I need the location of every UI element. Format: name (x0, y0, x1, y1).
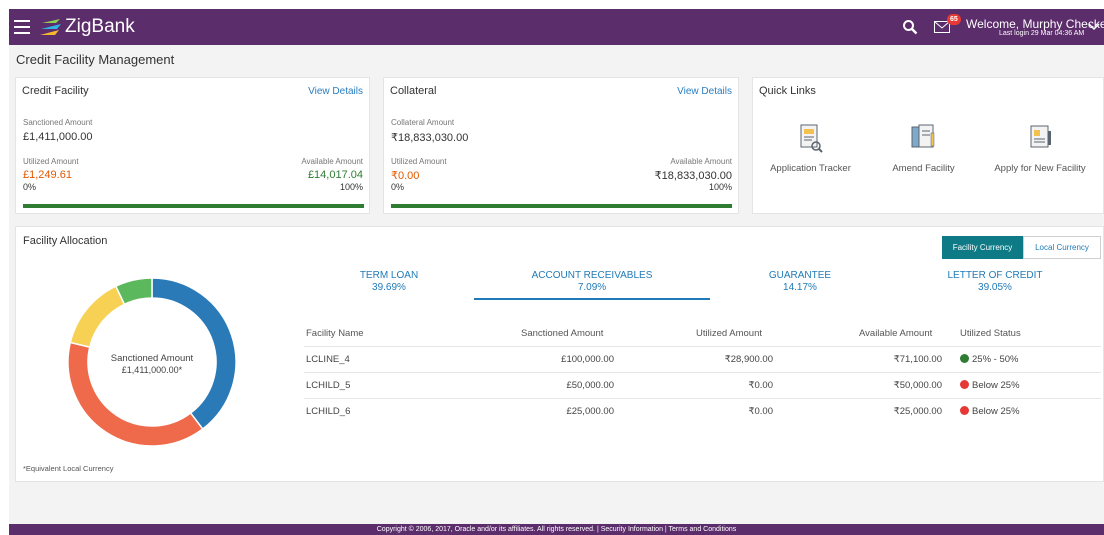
hamburger-menu-icon[interactable] (14, 20, 30, 34)
facility-name-link[interactable]: LCLINE_4 (306, 354, 350, 365)
tab-letter-of-credit-pct: 39.05% (978, 282, 1012, 293)
facility-name-link[interactable]: LCHILD_6 (306, 406, 350, 417)
sanctioned-amount-cell: £25,000.00 (566, 406, 614, 417)
document-search-icon (800, 124, 823, 153)
tab-guarantee-name: GUARANTEE (768, 270, 832, 281)
tab-term-loan-pct: 39.69% (372, 282, 406, 293)
status-dot-green-icon (960, 354, 969, 363)
top-bar: ZigBank 65 Welcome, Murphy Checker Last … (9, 9, 1104, 45)
brand-name: ZigBank (65, 16, 135, 37)
document-apply-icon (1030, 125, 1051, 148)
quick-links-title: Quick Links (759, 85, 816, 97)
available-amount-cell: ₹71,100.00 (893, 354, 942, 365)
utilization-progress-bar (23, 204, 364, 208)
tab-guarantee[interactable]: GUARANTEE 14.17% (710, 270, 890, 294)
donut-center-value: £1,411,000.00* (121, 365, 183, 375)
utilized-amount-cell: ₹0.00 (748, 406, 773, 417)
donut-center-label: Sanctioned Amount (110, 353, 194, 364)
facility-name-link[interactable]: LCHILD_5 (306, 380, 350, 391)
utilized-amount-cell: ₹28,900.00 (724, 354, 773, 365)
collateral-progress-bar (391, 204, 732, 208)
collateral-available-value: ₹18,833,030.00 (654, 170, 732, 182)
utilized-status-cell: 25% - 50% (960, 354, 1018, 365)
facility-allocation-title: Facility Allocation (23, 235, 108, 247)
tab-letter-of-credit-name: LETTER OF CREDIT (947, 270, 1043, 281)
status-text: Below 25% (972, 380, 1020, 391)
quick-link-label: Application Tracker (770, 163, 851, 174)
available-amount-cell: ₹50,000.00 (893, 380, 942, 391)
collateral-utilized-value: ₹0.00 (391, 170, 420, 182)
collateral-view-details-link[interactable]: View Details (677, 86, 732, 97)
quick-link-amend-facility[interactable]: Amend Facility (881, 123, 966, 174)
header-divider (304, 346, 1101, 347)
donut-slice-guarantee[interactable] (69, 285, 126, 349)
document-edit-icon (911, 124, 934, 148)
min-percent: 0% (23, 182, 37, 192)
status-text: Below 25% (972, 406, 1020, 417)
app-frame: ZigBank 65 Welcome, Murphy Checker Last … (9, 9, 1104, 535)
quick-links-card: Quick Links Application Tracker Amend Fa… (752, 77, 1104, 214)
available-amount-label: Available Amount (301, 157, 363, 166)
tab-term-loan-name: TERM LOAN (359, 270, 419, 281)
row-divider (304, 372, 1101, 373)
collateral-card: Collateral View Details Collateral Amoun… (383, 77, 739, 214)
facility-currency-toggle[interactable]: Facility Currency (942, 236, 1023, 259)
available-amount-value: £14,017.04 (307, 169, 363, 181)
col-facility-name: Facility Name (306, 328, 364, 339)
collateral-max-percent: 100% (708, 182, 732, 192)
tab-account-receivables-name: ACCOUNT RECEIVABLES (531, 270, 653, 281)
utilized-status-cell: Below 25% (960, 380, 1020, 391)
credit-facility-card: Credit Facility View Details Sanctioned … (15, 77, 370, 214)
row-divider (304, 398, 1101, 399)
collateral-title: Collateral (390, 85, 437, 97)
quick-link-label: Apply for New Facility (994, 163, 1086, 174)
tab-term-loan[interactable]: TERM LOAN 39.69% (304, 270, 474, 294)
utilized-amount-label: Utilized Amount (23, 157, 79, 166)
status-dot-red-icon (960, 406, 969, 415)
quick-link-label: Amend Facility (892, 163, 955, 174)
utilized-amount-value: £1,249.61 (23, 169, 72, 181)
col-utilized-status: Utilized Status (960, 328, 1021, 339)
sanctioned-amount-label: Sanctioned Amount (23, 118, 93, 127)
quick-link-apply-new-facility[interactable]: Apply for New Facility (985, 123, 1095, 174)
page-title: Credit Facility Management (16, 52, 175, 67)
welcome-text[interactable]: Welcome, Murphy Checker (966, 17, 1104, 31)
credit-facility-title: Credit Facility (22, 85, 89, 97)
available-amount-cell: ₹25,000.00 (893, 406, 942, 417)
sanctioned-amount-cell: £50,000.00 (566, 380, 614, 391)
tab-account-receivables-pct: 7.09% (577, 282, 607, 293)
quick-link-application-tracker[interactable]: Application Tracker (763, 123, 858, 174)
equivalent-currency-footnote: *Equivalent Local Currency (23, 464, 114, 473)
facility-allocation-card: Facility Allocation Facility Currency Lo… (15, 226, 1104, 482)
local-currency-toggle[interactable]: Local Currency (1023, 236, 1101, 259)
tab-letter-of-credit[interactable]: LETTER OF CREDIT 39.05% (890, 270, 1100, 294)
status-text: 25% - 50% (972, 354, 1019, 365)
footer: Copyright © 2006, 2017, Oracle and/or it… (9, 524, 1104, 535)
utilized-amount-cell: ₹0.00 (748, 380, 773, 391)
col-utilized-amount: Utilized Amount (696, 328, 763, 339)
collateral-available-label: Available Amount (670, 157, 732, 166)
credit-facility-view-details-link[interactable]: View Details (308, 86, 363, 97)
collateral-min-percent: 0% (391, 182, 405, 192)
tab-account-receivables[interactable]: ACCOUNT RECEIVABLES 7.09% (474, 270, 710, 294)
active-tab-underline (474, 298, 710, 300)
search-icon[interactable] (902, 19, 918, 35)
last-login-text: Last login 29 Mar 04:36 AM (999, 30, 1085, 37)
tab-guarantee-pct: 14.17% (783, 282, 817, 293)
notification-badge: 65 (947, 14, 961, 25)
chevron-down-icon[interactable] (1088, 21, 1100, 31)
collateral-amount-label: Collateral Amount (391, 118, 455, 127)
status-dot-red-icon (960, 380, 969, 389)
sanctioned-amount-value: £1,411,000.00 (23, 131, 93, 143)
collateral-amount-value: ₹18,833,030.00 (391, 132, 469, 144)
col-sanctioned-amount: Sanctioned Amount (521, 328, 604, 339)
col-available-amount: Available Amount (859, 328, 933, 339)
sanctioned-amount-cell: £100,000.00 (561, 354, 614, 365)
max-percent: 100% (339, 182, 363, 192)
collateral-utilized-label: Utilized Amount (391, 157, 447, 166)
utilized-status-cell: Below 25% (960, 406, 1020, 417)
zigbank-logo-icon (40, 19, 61, 35)
